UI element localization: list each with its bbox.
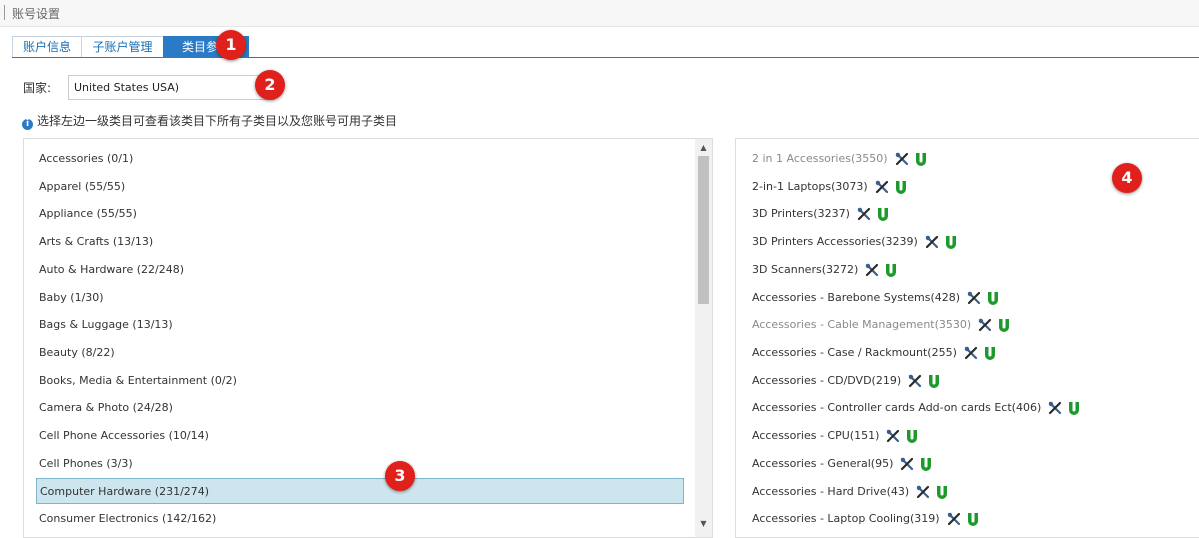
subcategory-item: Accessories - Barebone Systems(428) (752, 287, 1000, 309)
usable-u-icon[interactable] (905, 429, 919, 443)
subcategory-label: Accessories - Controller cards Add-on ca… (752, 401, 1042, 414)
subcategory-item: Accessories - General(95) (752, 453, 933, 475)
category-list-scrollbar[interactable]: ▲ ▼ (695, 139, 712, 537)
tab-account-info[interactable]: 账户信息 (12, 36, 82, 57)
tools-icon[interactable] (875, 180, 889, 194)
annotation-badge-4: 4 (1112, 163, 1142, 193)
category-item[interactable]: Cell Phones (3/3) (36, 451, 684, 477)
tools-icon[interactable] (967, 291, 981, 305)
scrollbar-thumb[interactable] (698, 156, 709, 304)
subcategory-label: Accessories - CD/DVD(219) (752, 374, 902, 387)
tools-icon[interactable] (916, 485, 930, 499)
subcategory-label: Accessories - Laptop Cooling(319) (752, 512, 940, 525)
subcategory-label: Accessories - Barebone Systems(428) (752, 291, 961, 304)
usable-u-icon[interactable] (884, 263, 898, 277)
category-item[interactable]: Arts & Crafts (13/13) (36, 229, 684, 255)
subcategory-item: Accessories - Cable Management(3530) (752, 314, 1011, 336)
usable-u-icon[interactable] (876, 207, 890, 221)
subcategory-item: Accessories - Laptop Cooling(319) (752, 508, 980, 530)
category-item[interactable]: Apparel (55/55) (36, 174, 684, 200)
tab-underline (12, 57, 1199, 58)
usable-u-icon[interactable] (894, 180, 908, 194)
scroll-up-arrow-icon[interactable]: ▲ (695, 139, 712, 156)
tools-icon[interactable] (947, 512, 961, 526)
category-item[interactable]: Accessories (0/1) (36, 146, 684, 172)
tools-icon[interactable] (900, 457, 914, 471)
subcategory-item: 3D Scanners(3272) (752, 259, 898, 281)
usable-u-icon[interactable] (997, 318, 1011, 332)
category-item[interactable]: Appliance (55/55) (36, 201, 684, 227)
page-header: 账号设置 (0, 0, 1199, 27)
usable-u-icon[interactable] (966, 512, 980, 526)
category-list-panel: Accessories (0/1) Apparel (55/55) Applia… (23, 138, 713, 538)
subcategory-label: Accessories - Cable Management(3530) (752, 318, 972, 331)
subcategory-item: Accessories - CD/DVD(219) (752, 370, 941, 392)
tools-icon[interactable] (886, 429, 900, 443)
subcategory-item: 2-in-1 Laptops(3073) (752, 176, 908, 198)
category-item[interactable]: Baby (1/30) (36, 285, 684, 311)
tools-icon[interactable] (857, 207, 871, 221)
category-item[interactable]: Consumer Electronics (142/162) (36, 506, 684, 532)
hint-text-row: i 选择左边一级类目可查看该类目下所有子类目以及您账号可用子类目 (22, 112, 397, 130)
category-item[interactable]: Cell Phone Accessories (10/14) (36, 423, 684, 449)
header-divider (4, 5, 5, 20)
page-title: 账号设置 (12, 7, 61, 21)
usable-u-icon[interactable] (944, 235, 958, 249)
subcategory-item: Accessories - Case / Rackmount(255) (752, 342, 997, 364)
subcategory-label: 2-in-1 Laptops(3073) (752, 180, 868, 193)
usable-u-icon[interactable] (919, 457, 933, 471)
annotation-badge-1: 1 (216, 30, 246, 60)
tools-icon[interactable] (925, 235, 939, 249)
category-item[interactable]: Bags & Luggage (13/13) (36, 312, 684, 338)
subcategory-item: Accessories - Hard Drive(43) (752, 481, 949, 503)
category-item[interactable]: Camera & Photo (24/28) (36, 395, 684, 421)
subcategory-label: 2 in 1 Accessories(3550) (752, 152, 888, 165)
tools-icon[interactable] (865, 263, 879, 277)
annotation-badge-2: 2 (255, 70, 285, 100)
usable-u-icon[interactable] (983, 346, 997, 360)
usable-u-icon[interactable] (927, 374, 941, 388)
info-icon: i (22, 119, 33, 130)
category-item[interactable]: Books, Media & Entertainment (0/2) (36, 368, 684, 394)
annotation-badge-3: 3 (385, 461, 415, 491)
country-label: 国家: (23, 81, 52, 95)
country-input[interactable] (68, 75, 274, 100)
hint-text: 选择左边一级类目可查看该类目下所有子类目以及您账号可用子类目 (37, 114, 398, 128)
subcategory-item: 2 in 1 Accessories(3550) (752, 148, 928, 170)
subcategory-item: 3D Printers(3237) (752, 203, 890, 225)
subcategory-list-panel: 2 in 1 Accessories(3550) 2-in-1 Laptops(… (735, 138, 1199, 538)
subcategory-item: Accessories - Controller cards Add-on ca… (752, 397, 1081, 419)
scroll-down-arrow-icon[interactable]: ▼ (695, 515, 712, 532)
usable-u-icon[interactable] (914, 152, 928, 166)
subcategory-label: Accessories - Case / Rackmount(255) (752, 346, 957, 359)
tools-icon[interactable] (978, 318, 992, 332)
tools-icon[interactable] (964, 346, 978, 360)
subcategory-label: Accessories - Hard Drive(43) (752, 485, 910, 498)
tools-icon[interactable] (895, 152, 909, 166)
subcategory-label: Accessories - CPU(151) (752, 429, 880, 442)
subcategory-label: 3D Scanners(3272) (752, 263, 859, 276)
usable-u-icon[interactable] (986, 291, 1000, 305)
category-item-selected[interactable]: Computer Hardware (231/274) (36, 478, 684, 504)
category-item[interactable]: Auto & Hardware (22/248) (36, 257, 684, 283)
subcategory-item: Accessories - CPU(151) (752, 425, 919, 447)
tab-subaccount-management[interactable]: 子账户管理 (81, 36, 164, 57)
subcategory-label: 3D Printers Accessories(3239) (752, 235, 918, 248)
subcategory-label: Accessories - General(95) (752, 457, 894, 470)
subcategory-item: 3D Printers Accessories(3239) (752, 231, 958, 253)
usable-u-icon[interactable] (1067, 401, 1081, 415)
tools-icon[interactable] (1048, 401, 1062, 415)
subcategory-label: 3D Printers(3237) (752, 207, 850, 220)
tools-icon[interactable] (908, 374, 922, 388)
usable-u-icon[interactable] (935, 485, 949, 499)
category-item[interactable]: Beauty (8/22) (36, 340, 684, 366)
